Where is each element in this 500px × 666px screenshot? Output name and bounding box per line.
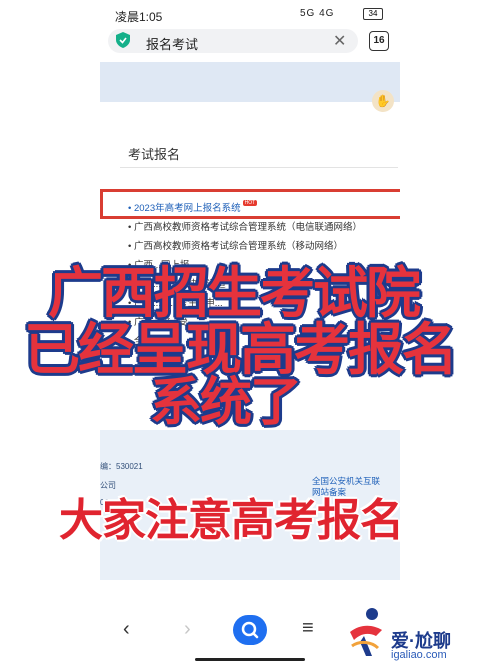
search-input[interactable]: 报名考试	[146, 34, 198, 53]
floating-button[interactable]: ✋	[372, 90, 394, 112]
overlay-caption: 大家注意高考报名	[59, 496, 404, 545]
close-icon[interactable]: ✕	[333, 31, 346, 51]
search-icon	[241, 621, 259, 639]
home-indicator[interactable]	[195, 658, 305, 661]
tabs-button[interactable]: 16	[369, 31, 389, 51]
overlay-caption: 系统了	[150, 374, 302, 432]
list-item[interactable]: • 广西高校教师资格考试综合管理系统（电信联通网络）	[128, 219, 398, 238]
search-button[interactable]	[233, 615, 267, 645]
status-time: 凌晨1:05	[115, 10, 163, 24]
forward-icon[interactable]: ›	[184, 618, 191, 641]
divider	[120, 167, 398, 168]
menu-icon[interactable]: ≡	[302, 617, 314, 640]
postcode-text: 编：530021	[100, 462, 143, 471]
status-bar: 凌晨1:05 5G 4G 34	[0, 0, 500, 28]
watermark-logo-icon	[350, 608, 382, 656]
section-title: 考试报名	[128, 147, 181, 162]
highlight-box	[100, 189, 400, 219]
back-icon[interactable]: ‹	[123, 618, 130, 641]
signal-icon: 5G 4G	[300, 8, 335, 19]
page-banner	[100, 62, 400, 102]
shield-icon	[116, 32, 130, 48]
link-text[interactable]: 广西高校教师资格考试综合管理系统（电信联通网络）	[134, 222, 362, 233]
battery-icon: 34	[363, 8, 383, 20]
watermark-url: igaliao.com	[391, 649, 447, 661]
